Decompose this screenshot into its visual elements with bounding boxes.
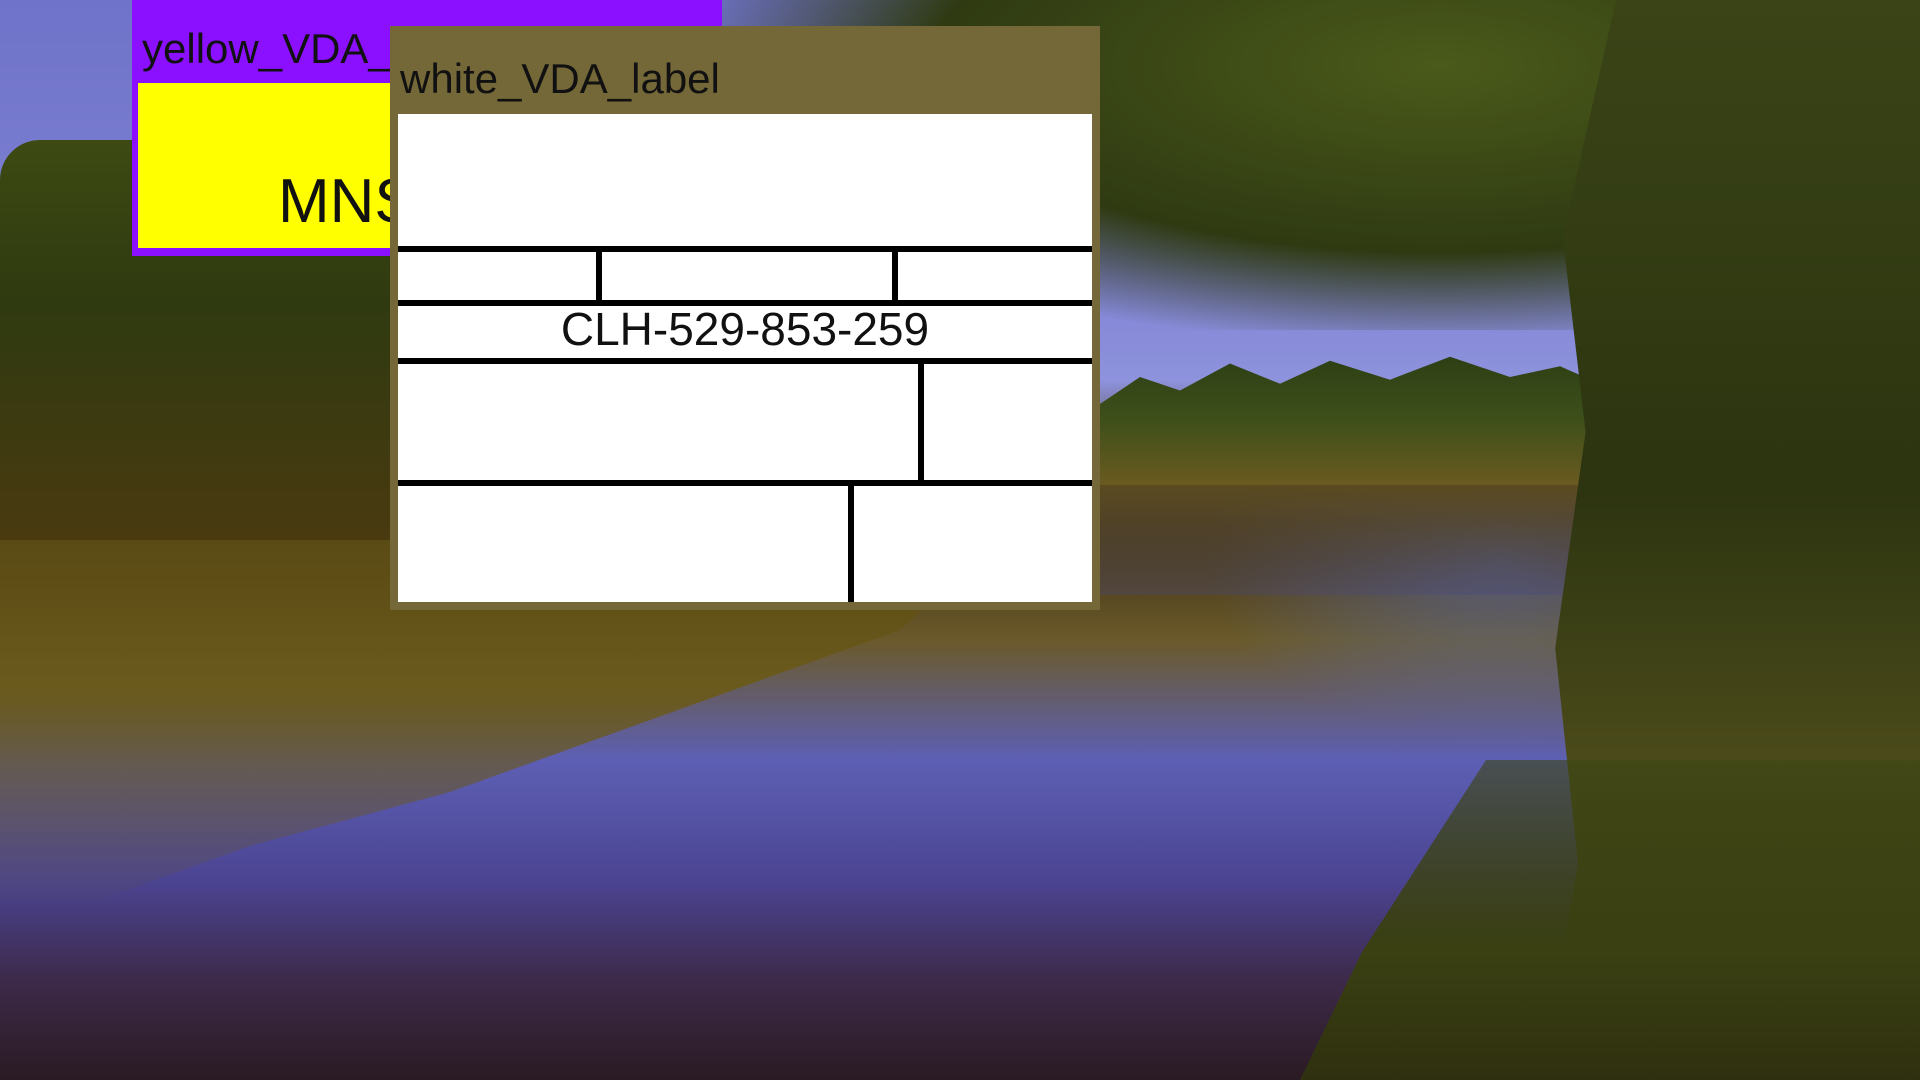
label-divider [848,480,854,602]
label-divider [918,358,924,482]
white-label-window[interactable]: white_VDA_label CLH-529-853-259 [390,26,1100,610]
label-divider [398,358,1092,364]
desktop: yellow_VDA_label MNS white_VDA_label CLH… [0,0,1920,1080]
wallpaper-treeline-reflection [1100,485,1600,595]
label-divider [398,480,1092,486]
wallpaper-treeline [1100,356,1600,485]
label-divider [398,246,1092,252]
tracking-number: CLH-529-853-259 [560,303,930,355]
label-divider [892,246,898,300]
white-window-title[interactable]: white_VDA_label [390,58,1100,100]
wallpaper-shore [1300,760,1920,1080]
white-label-content: CLH-529-853-259 [398,114,1092,602]
label-divider [596,246,602,300]
